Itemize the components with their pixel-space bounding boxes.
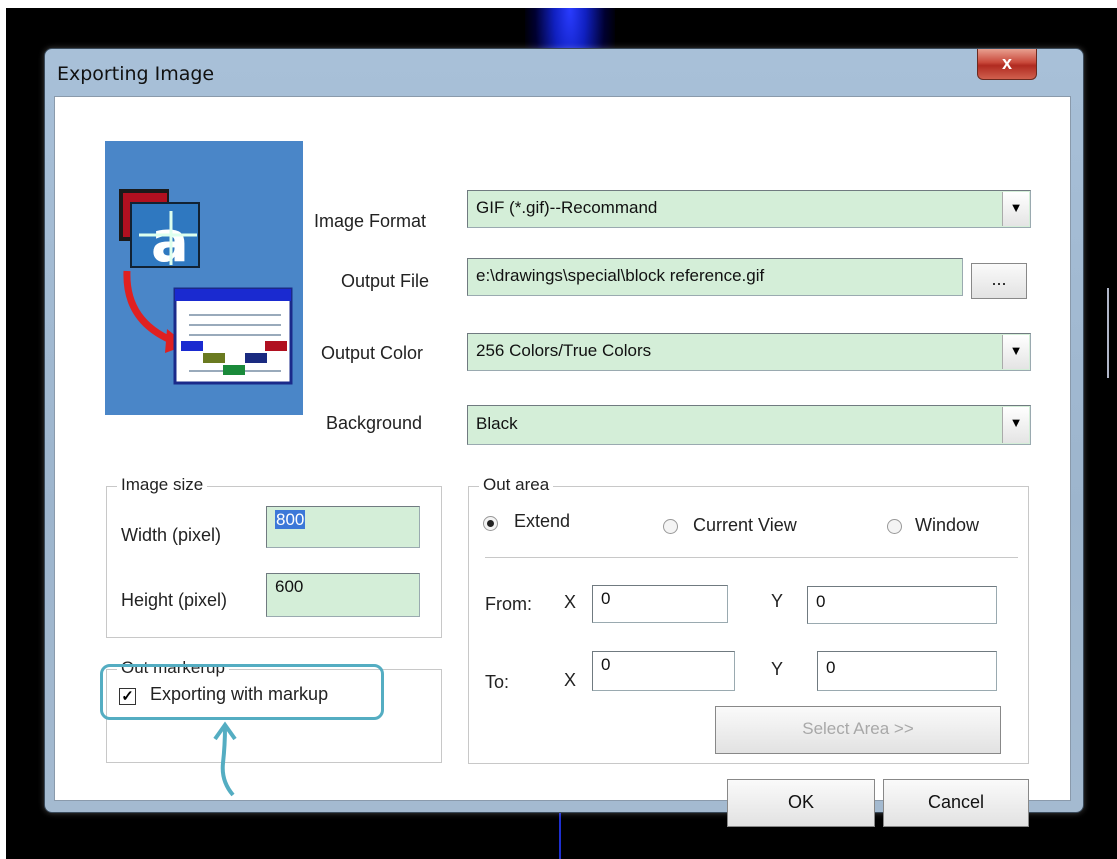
background-value: Black bbox=[476, 414, 518, 433]
export-image-logo: a bbox=[105, 141, 303, 415]
out-area-group-title: Out area bbox=[479, 475, 554, 495]
radio-extend-label[interactable]: Extend bbox=[514, 511, 570, 532]
image-format-value: GIF (*.gif)--Recommand bbox=[476, 198, 658, 217]
output-file-label: Output File bbox=[341, 271, 430, 291]
radio-extend[interactable] bbox=[483, 516, 498, 531]
width-label: Width (pixel) bbox=[121, 525, 222, 545]
to-y-label: Y bbox=[771, 659, 784, 679]
from-x-label: X bbox=[564, 592, 577, 612]
to-x-label: X bbox=[564, 670, 577, 690]
close-button[interactable]: x bbox=[977, 49, 1037, 80]
image-size-group-title: Image size bbox=[117, 475, 208, 495]
background-label: Background bbox=[326, 413, 423, 433]
image-format-select[interactable]: GIF (*.gif)--Recommand ▼ bbox=[467, 190, 1031, 228]
cancel-button[interactable]: Cancel bbox=[883, 779, 1029, 827]
output-color-value: 256 Colors/True Colors bbox=[476, 341, 652, 360]
image-size-group: Image size Width (pixel) 800 Height (pix… bbox=[106, 475, 442, 638]
dropdown-arrow-icon[interactable]: ▼ bbox=[1002, 407, 1029, 443]
export-image-dialog: Exporting Image x a bbox=[44, 48, 1084, 827]
image-format-label: Image Format bbox=[314, 211, 427, 231]
to-y-input[interactable]: 0 bbox=[817, 651, 997, 691]
output-color-select[interactable]: 256 Colors/True Colors ▼ bbox=[467, 333, 1031, 371]
to-label: To: bbox=[485, 672, 510, 692]
radio-current-view-label[interactable]: Current View bbox=[693, 515, 797, 536]
vertical-blue-line bbox=[559, 812, 561, 859]
radio-window[interactable] bbox=[887, 519, 902, 534]
width-value: 800 bbox=[275, 510, 306, 529]
height-input[interactable]: 600 bbox=[266, 573, 420, 617]
arrow-up-annotation-icon bbox=[213, 721, 237, 797]
radio-current-view[interactable] bbox=[663, 519, 678, 534]
from-y-label: Y bbox=[771, 591, 784, 611]
height-label: Height (pixel) bbox=[121, 590, 228, 610]
dialog-client-area: a Image Format GIF (*.gif)--Reco bbox=[54, 96, 1071, 827]
select-area-button[interactable]: Select Area >> bbox=[715, 706, 1001, 754]
from-label: From: bbox=[485, 594, 532, 614]
output-file-input[interactable]: e:\drawings\special\block reference.gif bbox=[467, 258, 963, 296]
from-y-input[interactable]: 0 bbox=[807, 586, 997, 624]
dialog-title: Exporting Image bbox=[57, 63, 215, 85]
width-input[interactable]: 800 bbox=[266, 506, 420, 548]
out-area-divider bbox=[485, 557, 1018, 558]
right-edge-line bbox=[1107, 288, 1109, 378]
output-color-label: Output Color bbox=[321, 343, 424, 363]
markup-highlight-annotation bbox=[100, 664, 384, 720]
dropdown-arrow-icon[interactable]: ▼ bbox=[1002, 192, 1029, 226]
export-image-logo-graphic: a bbox=[119, 189, 293, 385]
to-x-input[interactable]: 0 bbox=[592, 651, 735, 691]
close-icon: x bbox=[1001, 53, 1012, 73]
ok-button[interactable]: OK bbox=[727, 779, 875, 827]
radio-window-label[interactable]: Window bbox=[915, 515, 979, 536]
from-x-input[interactable]: 0 bbox=[592, 585, 728, 623]
dropdown-arrow-icon[interactable]: ▼ bbox=[1002, 335, 1029, 369]
browse-button[interactable]: ... bbox=[971, 263, 1027, 299]
background-select[interactable]: Black ▼ bbox=[467, 405, 1031, 445]
